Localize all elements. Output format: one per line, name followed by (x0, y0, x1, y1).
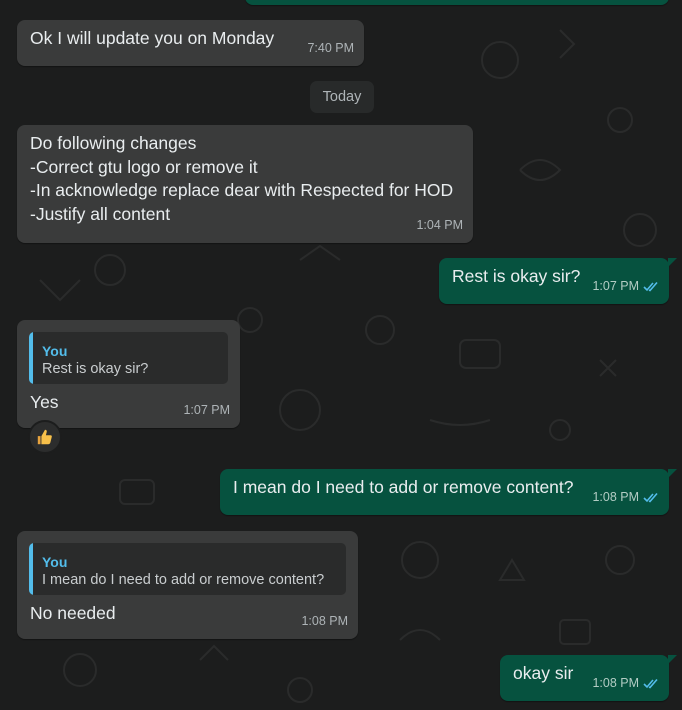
message-bubble-outgoing[interactable]: okay sir 1:08 PM (500, 655, 677, 701)
message-text: Yes (30, 392, 59, 412)
message-timestamp: 1:07 PM (592, 278, 639, 293)
read-ticks-icon (643, 281, 658, 292)
message-text: okay sir (513, 663, 574, 683)
message-text: Ok I will update you on Monday (30, 28, 275, 48)
message-bubble-incoming-reply[interactable]: You Rest is okay sir? Yes 1:07 PM (17, 320, 240, 428)
message-timestamp: 1:08 PM (592, 675, 639, 690)
message-bubble-outgoing[interactable]: Rest is okay sir? 1:07 PM (439, 258, 677, 304)
message-time: 1:07 PM (592, 275, 659, 299)
quoted-message[interactable]: You I mean do I need to add or remove co… (29, 543, 346, 595)
message-bubble-partial (245, 0, 669, 5)
quote-text: I mean do I need to add or remove conten… (42, 572, 325, 588)
quote-accent-bar (29, 543, 33, 595)
message-timestamp: 1:08 PM (301, 613, 348, 628)
message-bubble-incoming-reply[interactable]: You I mean do I need to add or remove co… (17, 531, 358, 639)
message-text: Rest is okay sir? (452, 266, 581, 286)
message-text: Do following changes -Correct gtu logo o… (30, 133, 454, 224)
message-time: 1:08 PM (301, 610, 348, 634)
reaction-badge[interactable] (28, 420, 62, 454)
message-text: No needed (30, 603, 116, 623)
message-time: 7:40 PM (307, 37, 354, 61)
date-separator: Today (310, 81, 374, 113)
read-ticks-icon (643, 678, 658, 689)
thumbs-up-icon (37, 429, 52, 445)
read-ticks-icon (643, 492, 658, 503)
message-timestamp: 7:40 PM (307, 40, 354, 55)
message-time: 1:04 PM (416, 214, 463, 238)
message-bubble-incoming[interactable]: Do following changes -Correct gtu logo o… (17, 125, 473, 243)
message-time: 1:08 PM (592, 486, 659, 510)
message-timestamp: 1:04 PM (416, 217, 463, 232)
quote-accent-bar (29, 332, 33, 384)
message-timestamp: 1:07 PM (183, 402, 230, 417)
message-text: I mean do I need to add or remove conten… (233, 477, 574, 497)
message-time: 1:07 PM (183, 399, 230, 423)
quoted-message[interactable]: You Rest is okay sir? (29, 332, 228, 384)
message-timestamp: 1:08 PM (592, 489, 639, 504)
quote-text: Rest is okay sir? (42, 361, 149, 377)
message-bubble-outgoing[interactable]: I mean do I need to add or remove conten… (220, 469, 677, 515)
message-bubble-incoming[interactable]: Ok I will update you on Monday 7:40 PM (17, 20, 364, 66)
message-time: 1:08 PM (592, 672, 659, 696)
